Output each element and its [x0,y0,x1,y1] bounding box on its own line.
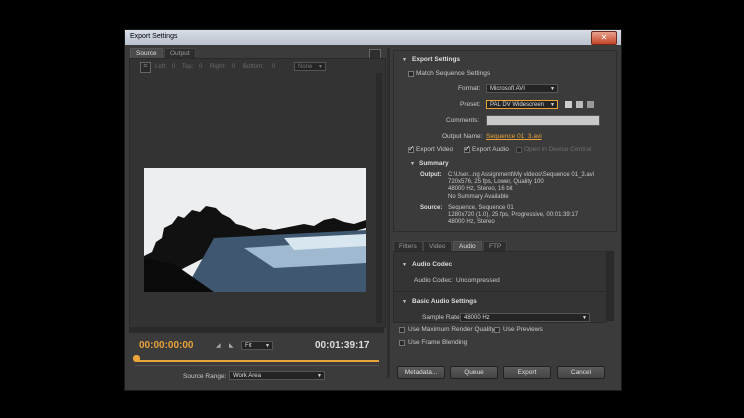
frame-blending-checkbox[interactable] [399,340,405,346]
video-frame-image [144,168,366,292]
export-audio-label: Export Audio [472,146,509,153]
summary-source-text: Sequence, Sequence 01 1280x720 (1.0), 25… [448,205,614,227]
match-sequence-checkbox[interactable] [408,71,414,77]
chevron-down-icon: ▼ [582,315,587,321]
summary-output-line: C:\User...ng Assignment\My videos\Sequen… [448,172,595,178]
format-label: Format: [458,85,481,92]
audio-codec-heading: Audio Codec [412,261,453,268]
crop-bottom-label: Bottom: [243,64,264,70]
chevron-down-icon: ▼ [317,373,322,379]
device-central-label: Open in Device Central [524,146,592,153]
sample-rate-dropdown[interactable]: 48000 Hz ▼ [460,313,590,322]
source-panel: ⌗ Left: 0 Top: 0 Right: 0 Bottom: 0 None… [129,58,386,328]
crop-scale-dropdown[interactable]: None ▼ [294,62,326,71]
summary-output-line: 720x576, 25 fps, Lower, Quality 100 [448,179,544,186]
summary-source-label: Source: [420,205,443,211]
video-preview [144,168,366,292]
basic-audio-heading: Basic Audio Settings [412,298,477,305]
save-preset-icon[interactable] [565,101,572,108]
crop-bottom-value[interactable]: 0 [272,64,275,70]
cancel-button[interactable]: Cancel [557,366,605,379]
frame-blending-label: Use Frame Blending [408,339,468,346]
preset-dropdown[interactable]: PAL DV Widescreen ▼ [486,100,558,109]
summary-source-line: 1280x720 (1.0), 25 fps, Progressive, 00:… [448,212,579,219]
delete-preset-icon[interactable] [587,101,594,108]
chevron-down-icon: ▼ [318,64,323,70]
sample-rate-value: 48000 Hz [464,315,490,321]
summary-source-line: Sequence, Sequence 01 [448,205,514,211]
export-settings-panel: ▼ Export Settings Match Sequence Setting… [393,50,617,232]
comments-input[interactable] [486,115,600,126]
close-icon[interactable]: ✕ [591,31,617,45]
split-divider[interactable] [387,48,390,378]
summary-heading: Summary [419,160,449,167]
sample-rate-label: Sample Rate: [422,314,462,321]
export-settings-dialog: Export Settings ✕ Source Output ⌗ Left: … [124,29,622,391]
crop-left-value[interactable]: 0 [172,64,175,70]
collapse-triangle-icon[interactable]: ▼ [402,57,407,63]
format-value: Microsoft AVI [490,86,525,92]
summary-output-text: C:\User...ng Assignment\My videos\Sequen… [448,172,614,201]
collapse-triangle-icon[interactable]: ▼ [410,161,415,167]
use-previews-label: Use Previews [503,326,543,333]
preset-value: PAL DV Widescreen [490,102,545,108]
format-dropdown[interactable]: Microsoft AVI ▼ [486,84,558,93]
chevron-down-icon: ▼ [265,343,270,349]
source-range-dropdown[interactable]: Work Area ▼ [229,371,325,380]
duration-timecode: 00:01:39:17 [315,340,370,351]
audio-codec-label: Audio Codec: [414,277,454,284]
crop-top-value[interactable]: 0 [199,64,202,70]
summary-output-label: Output: [420,172,442,178]
output-name-label: Output Name: [442,133,483,140]
summary-output-line: 48000 Hz, Stereo, 16 bit [448,186,513,193]
crop-left-label: Left: [155,64,167,70]
max-render-checkbox[interactable] [399,327,405,333]
output-name-link[interactable]: Sequence 01_3.avi [486,133,542,140]
source-range-value: Work Area [233,373,261,379]
match-sequence-label: Match Sequence Settings [416,70,491,77]
source-range-label: Source Range: [183,373,227,380]
summary-output-line: No Summary Available [448,193,509,200]
import-preset-icon[interactable] [576,101,583,108]
work-area-bar[interactable] [135,360,379,362]
metadata-button[interactable]: Metadata... [397,366,445,379]
crop-right-label: Right: [210,64,226,70]
zoom-fit-dropdown[interactable]: Fit ▼ [241,341,273,350]
window-title: Export Settings [130,33,178,40]
playhead-marker[interactable] [133,355,140,362]
divider [394,291,606,292]
set-in-icon[interactable]: ◢ [216,342,221,349]
export-video-label: Export Video [416,146,454,153]
crop-top-label: Top: [182,64,194,70]
crop-scale-value: None [298,64,313,70]
chevron-down-icon: ▼ [550,102,555,108]
crop-right-value[interactable]: 0 [232,64,235,70]
zoom-fit-value: Fit [245,343,252,349]
audio-codec-value: Uncompressed [456,277,500,284]
summary-source-line: 48000 Hz, Stereo [448,219,495,226]
title-bar: Export Settings ✕ [125,30,621,45]
export-video-checkbox[interactable] [408,144,415,153]
preset-label: Preset: [460,101,481,108]
comments-label: Comments: [446,117,480,124]
queue-button[interactable]: Queue [450,366,498,379]
max-render-label: Use Maximum Render Quality [408,326,495,333]
current-timecode[interactable]: 00:00:00:00 [139,340,193,351]
set-out-icon[interactable]: ◣ [229,342,234,349]
collapse-triangle-icon[interactable]: ▼ [402,299,407,305]
crop-icon[interactable]: ⌗ [140,62,151,73]
settings-vertical-scrollbar[interactable] [607,251,614,321]
audio-settings-panel: ▼ Audio Codec Audio Codec: Uncompressed … [393,251,607,323]
chevron-down-icon: ▼ [550,86,555,92]
preview-horizontal-scrollbar[interactable] [129,327,384,333]
export-settings-heading: Export Settings [412,56,461,63]
device-central-checkbox [516,147,522,153]
export-audio-checkbox[interactable] [464,144,471,153]
preview-vertical-scrollbar[interactable] [376,73,382,323]
collapse-triangle-icon[interactable]: ▼ [402,262,407,268]
timeline-ruler [135,365,379,366]
export-button[interactable]: Export [503,366,551,379]
use-previews-checkbox[interactable] [494,327,500,333]
